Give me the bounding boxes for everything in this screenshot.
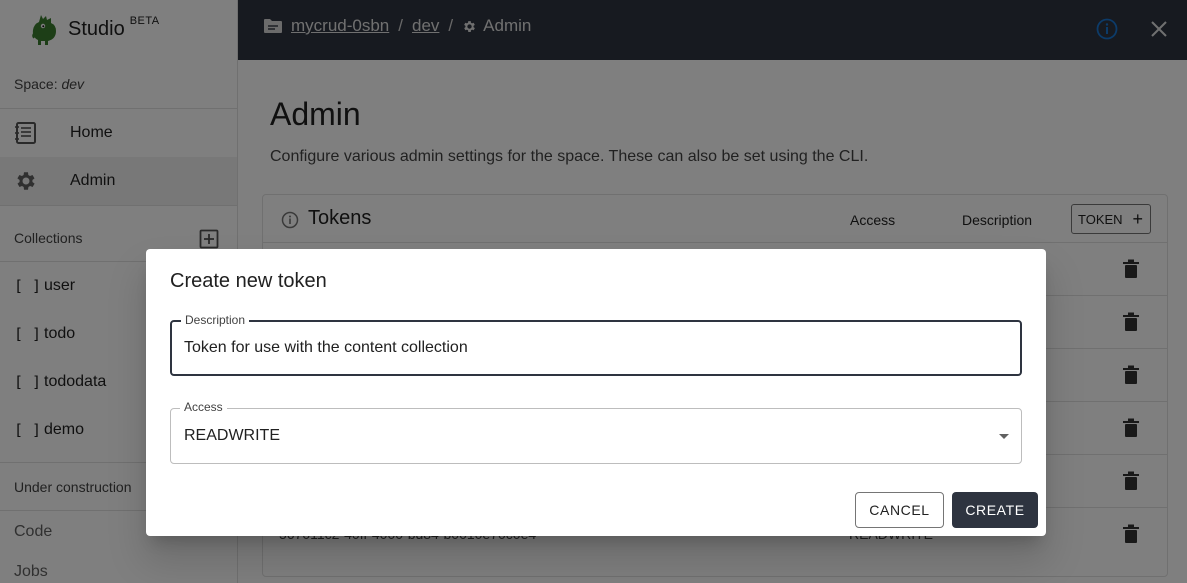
create-token-dialog: Create new token Description Access READ… <box>146 249 1046 536</box>
description-input[interactable] <box>184 322 1004 374</box>
dropdown-arrow-icon <box>999 434 1009 439</box>
cancel-button[interactable]: CANCEL <box>855 492 944 528</box>
access-label: Access <box>180 400 227 414</box>
access-selected-value: READWRITE <box>184 427 280 444</box>
access-select[interactable]: Access READWRITE <box>170 400 1022 464</box>
description-field: Description <box>170 313 1022 376</box>
create-button[interactable]: CREATE <box>952 492 1038 528</box>
dialog-title: Create new token <box>170 270 327 292</box>
